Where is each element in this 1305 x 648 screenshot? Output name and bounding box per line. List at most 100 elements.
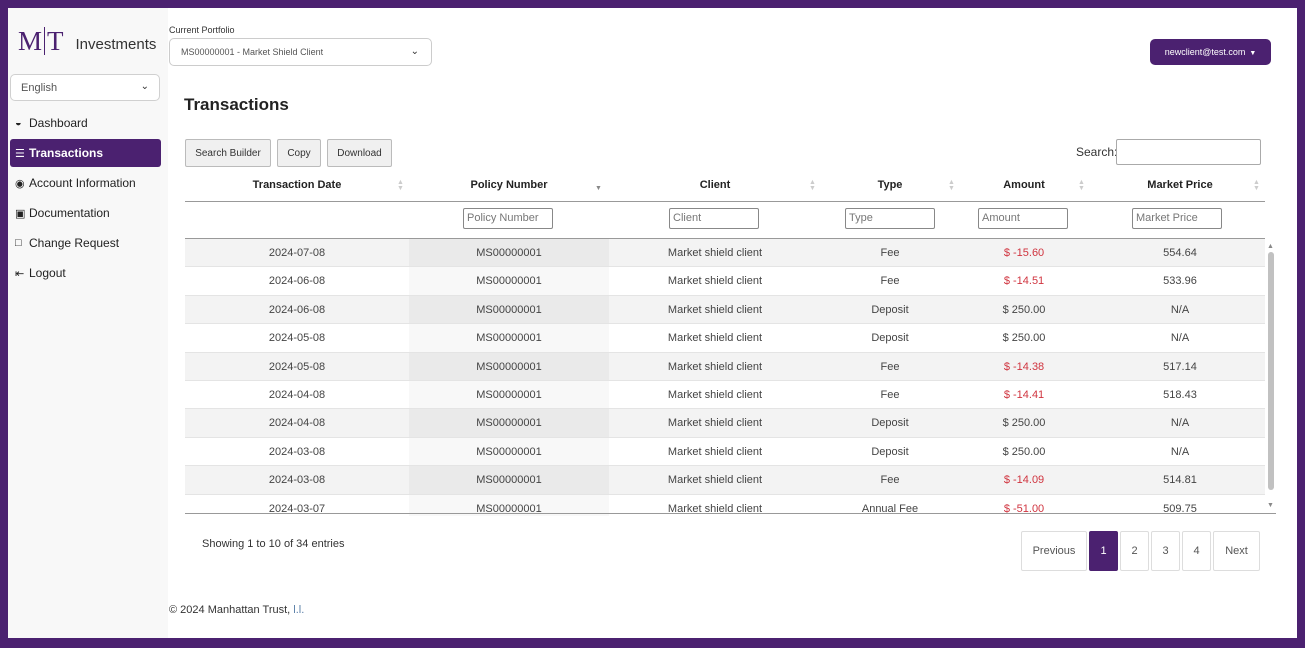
sidebar: MT Investments English ⌄ ◒ Dashboard ☰ Tran… bbox=[8, 8, 168, 638]
logo-divider bbox=[44, 27, 46, 55]
cell-transaction-date: 2024-05-08 bbox=[268, 332, 326, 345]
table-row[interactable]: 2024-06-08 MS00000001 Market shield client… bbox=[185, 295, 1265, 325]
app-window: MT Investments English ⌄ ◒ Dashboard ☰ Tran… bbox=[8, 8, 1297, 638]
cell-market-price: N/A bbox=[1170, 303, 1190, 316]
cell-amount: $ -14.41 bbox=[1003, 388, 1045, 401]
filter-market-price-input[interactable]: Market Price bbox=[1132, 208, 1222, 229]
language-select[interactable]: English ⌄ bbox=[10, 74, 160, 101]
column-header-transaction-date[interactable]: Transaction Date bbox=[227, 179, 367, 191]
sort-icon[interactable]: ▼ bbox=[595, 185, 602, 192]
search-input[interactable] bbox=[1116, 139, 1261, 165]
chevron-down-icon: ⌄ bbox=[140, 81, 149, 92]
sort-icon[interactable]: ▲ ▼ bbox=[1078, 179, 1085, 192]
list-icon: ☰ bbox=[15, 147, 25, 160]
download-button[interactable]: Download bbox=[327, 139, 392, 167]
table-row[interactable]: 2024-03-08 MS00000001 Market shield client… bbox=[185, 466, 1265, 495]
filter-type-input[interactable]: Type bbox=[845, 208, 935, 229]
scroll-down-icon[interactable]: ▼ bbox=[1267, 502, 1274, 509]
cell-client: Market shield client bbox=[667, 388, 763, 401]
cell-amount: $ -15.60 bbox=[1003, 247, 1045, 259]
sidebar-item-dashboard[interactable]: ◒ Dashboard bbox=[8, 109, 168, 137]
sidebar-item-documentation[interactable]: ▣ Documentation bbox=[8, 199, 168, 227]
cell-transaction-date: 2024-03-08 bbox=[268, 474, 326, 487]
portfolio-select[interactable]: MS00000001 - Market Shield Client ⌄ bbox=[169, 38, 432, 66]
sort-icon[interactable]: ▲ ▼ bbox=[809, 179, 816, 192]
next-page-button[interactable]: Next bbox=[1213, 531, 1260, 571]
table-row[interactable]: 2024-03-08 MS00000001 Market shield client… bbox=[185, 437, 1265, 467]
cell-transaction-date: 2024-04-08 bbox=[268, 417, 326, 430]
sidebar-item-account-information[interactable]: ◉ Account Information bbox=[8, 169, 168, 197]
previous-page-button[interactable]: Previous bbox=[1021, 531, 1087, 571]
page-button-3[interactable]: 3 bbox=[1151, 531, 1180, 571]
chevron-down-icon: ⌄ bbox=[410, 46, 419, 57]
scroll-up-icon[interactable]: ▲ bbox=[1267, 243, 1274, 250]
table-bottom-border bbox=[185, 513, 1276, 514]
table-row[interactable]: 2024-05-08 MS00000001 Market shield client… bbox=[185, 324, 1265, 353]
sort-icon[interactable]: ▲ ▼ bbox=[1253, 179, 1260, 192]
cell-transaction-date: 2024-03-08 bbox=[268, 445, 326, 458]
copy-button[interactable]: Copy bbox=[277, 139, 321, 167]
caret-down-icon: ▼ bbox=[1249, 50, 1257, 57]
column-header-type[interactable]: Type bbox=[820, 179, 960, 191]
column-header-amount[interactable]: Amount bbox=[954, 179, 1094, 191]
portfolio-value: MS00000001 - Market Shield Client bbox=[181, 47, 324, 57]
filter-client-input[interactable]: Client bbox=[669, 208, 759, 229]
sidebar-item-transactions[interactable]: ☰ Transactions bbox=[10, 139, 161, 167]
brand[interactable]: MT Investments bbox=[18, 26, 156, 57]
cell-policy-number: MS00000001 bbox=[476, 474, 542, 487]
cell-client: Market shield client bbox=[667, 303, 763, 316]
cell-client: Market shield client bbox=[667, 417, 763, 430]
cell-client: Market shield client bbox=[667, 332, 763, 345]
entries-info: Showing 1 to 10 of 34 entries bbox=[202, 538, 345, 550]
table-row[interactable]: 2024-06-08 MS00000001 Market shield client… bbox=[185, 267, 1265, 296]
sidebar-item-logout[interactable]: ⇤ Logout bbox=[8, 259, 168, 287]
table-row[interactable]: 2024-04-08 MS00000001 Market shield client… bbox=[185, 409, 1265, 438]
table-scrollbar[interactable] bbox=[1268, 252, 1274, 490]
sort-icon[interactable]: ▲ ▼ bbox=[397, 179, 404, 192]
cell-client: Market shield client bbox=[667, 275, 763, 288]
filter-row: Policy Number Client Type Amount Market Pric… bbox=[185, 202, 1265, 239]
user-menu-button[interactable]: newclient@test.com ▼ bbox=[1150, 39, 1271, 65]
cell-amount: $ -14.38 bbox=[1003, 360, 1045, 373]
footer-link[interactable]: l.l. bbox=[293, 604, 304, 616]
filter-amount-input[interactable]: Amount bbox=[978, 208, 1068, 229]
cell-policy-number: MS00000001 bbox=[476, 360, 542, 373]
search-label: Search: bbox=[1076, 145, 1118, 159]
sidebar-item-change-request[interactable]: □ Change Request bbox=[8, 229, 168, 257]
column-header-client[interactable]: Client bbox=[645, 179, 785, 191]
portfolio-label: Current Portfolio bbox=[169, 25, 235, 35]
sidebar-item-label: Account Information bbox=[29, 176, 136, 190]
page-button-2[interactable]: 2 bbox=[1120, 531, 1149, 571]
cell-client: Market shield client bbox=[667, 360, 763, 373]
cell-market-price: 533.96 bbox=[1163, 275, 1197, 288]
cell-client: Market shield client bbox=[667, 445, 763, 458]
page-button-1[interactable]: 1 bbox=[1089, 531, 1118, 571]
search-builder-button[interactable]: Search Builder bbox=[185, 139, 271, 167]
sidebar-nav: ◒ Dashboard ☰ Transactions ◉ Account Informat… bbox=[8, 109, 168, 289]
sidebar-item-label: Documentation bbox=[29, 206, 110, 220]
copyright-text: © 2024 Manhattan Trust, bbox=[169, 604, 294, 616]
page-button-4[interactable]: 4 bbox=[1182, 531, 1211, 571]
cell-transaction-date: 2024-07-08 bbox=[268, 247, 326, 259]
cell-amount: $ -14.51 bbox=[1003, 275, 1045, 288]
cell-policy-number: MS00000001 bbox=[476, 247, 542, 259]
sidebar-item-label: Transactions bbox=[29, 146, 104, 160]
cell-amount: $ 250.00 bbox=[1002, 303, 1046, 316]
filter-policy-number-input[interactable]: Policy Number bbox=[463, 208, 553, 229]
cell-market-price: 554.64 bbox=[1163, 247, 1197, 259]
page-title: Transactions bbox=[184, 95, 289, 114]
user-circle-icon: ◉ bbox=[15, 177, 25, 190]
cell-amount: $ 250.00 bbox=[1002, 417, 1046, 430]
table-row[interactable]: 2024-05-08 MS00000001 Market shield client… bbox=[185, 352, 1265, 381]
column-header-market-price[interactable]: Market Price bbox=[1110, 179, 1250, 191]
table-row[interactable]: 2024-07-08 MS00000001 Market shield client… bbox=[185, 239, 1265, 268]
cell-policy-number: MS00000001 bbox=[476, 332, 542, 345]
footer: © 2024 Manhattan Trust, l.l. bbox=[169, 604, 304, 616]
table-body: 2024-07-08 MS00000001 Market shield client… bbox=[185, 239, 1265, 516]
file-icon: □ bbox=[15, 237, 22, 249]
table-row[interactable]: 2024-04-08 MS00000001 Market shield client… bbox=[185, 380, 1265, 410]
cell-policy-number: MS00000001 bbox=[476, 303, 542, 316]
cell-client: Market shield client bbox=[667, 247, 763, 259]
column-header-policy-number[interactable]: Policy Number bbox=[439, 179, 579, 191]
cell-market-price: 517.14 bbox=[1163, 360, 1197, 373]
